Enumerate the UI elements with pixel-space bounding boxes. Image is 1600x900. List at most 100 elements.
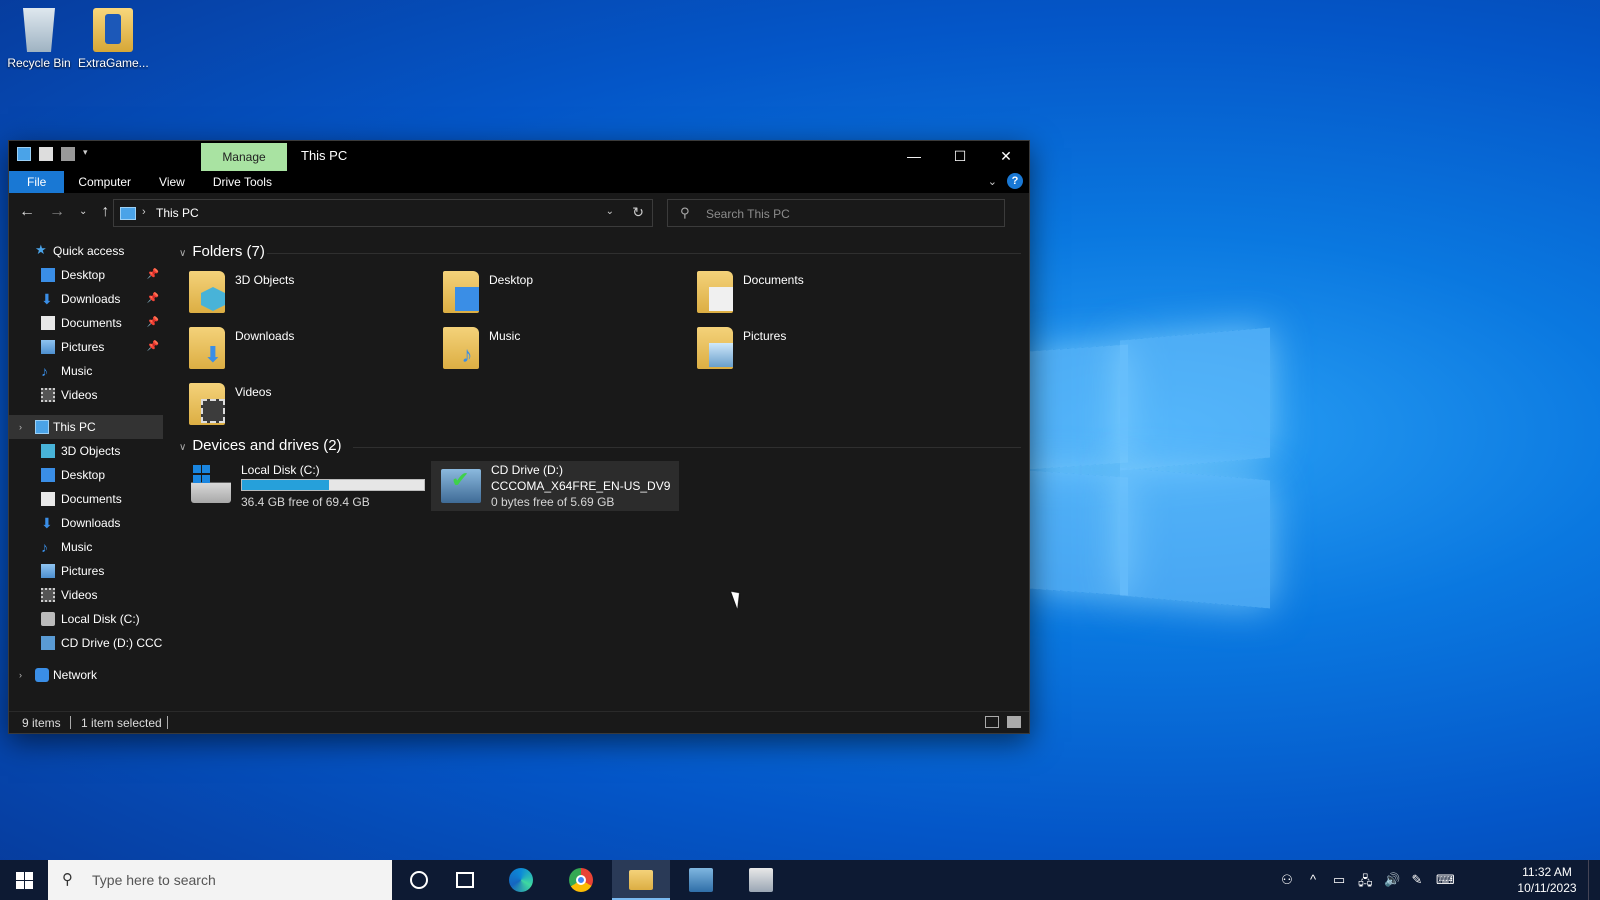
title-bar[interactable]: ▾ Manage This PC — ☐ ✕ xyxy=(9,141,1029,171)
clock[interactable]: 11:32 AM 10/11/2023 xyxy=(1512,864,1582,896)
group-header-devices[interactable]: ∨ Devices and drives (2) xyxy=(179,437,342,454)
nav-pc-3d-objects[interactable]: 3D Objects xyxy=(9,439,163,463)
drive-cd-d[interactable]: CD Drive (D:) CCCOMA_X64FRE_EN-US_DV9 0 … xyxy=(431,461,679,511)
pen-icon[interactable]: ✎ xyxy=(1410,872,1424,894)
properties-icon[interactable] xyxy=(39,147,53,161)
taskbar-search-box[interactable]: ⚲ Type here to search xyxy=(48,860,392,900)
taskbar-search-input[interactable]: Type here to search xyxy=(92,872,216,888)
nav-pc-videos[interactable]: Videos xyxy=(9,583,163,607)
refresh-icon[interactable]: ↻ xyxy=(632,204,644,221)
nav-qa-documents[interactable]: Documents 📌 xyxy=(9,311,163,335)
recent-locations-button[interactable]: ⌄ xyxy=(79,203,87,221)
nav-pc-documents[interactable]: Documents xyxy=(9,487,163,511)
customize-toolbar-icon[interactable]: ▾ xyxy=(83,147,88,161)
content-pane: ∨ Folders (7) 3D Objects Desktop Document… xyxy=(167,233,1029,699)
large-icons-view-icon[interactable] xyxy=(1007,716,1021,728)
wallpaper-windows-logo xyxy=(1028,318,1288,618)
nav-qa-videos[interactable]: Videos xyxy=(9,383,163,407)
breadcrumb-separator[interactable]: › xyxy=(142,206,146,218)
folder-3d-objects[interactable]: 3D Objects xyxy=(167,269,407,319)
back-button[interactable]: ← xyxy=(19,203,35,221)
nav-qa-downloads[interactable]: ⬇ Downloads 📌 xyxy=(9,287,163,311)
people-icon[interactable]: ⚇ xyxy=(1280,872,1294,894)
search-box[interactable]: ⚲ Search This PC xyxy=(667,199,1005,227)
task-view-icon xyxy=(456,872,474,888)
taskbar-app-2[interactable] xyxy=(732,860,790,900)
desktop-icon-recycle-bin[interactable]: Recycle Bin xyxy=(4,8,74,70)
quick-access-toolbar: ▾ xyxy=(17,147,88,161)
folder-documents[interactable]: Documents xyxy=(675,269,915,319)
nav-pc-desktop[interactable]: Desktop xyxy=(9,463,163,487)
start-button[interactable] xyxy=(0,860,48,900)
taskbar-app-1[interactable] xyxy=(672,860,730,900)
nav-pc-pictures[interactable]: Pictures xyxy=(9,559,163,583)
address-bar[interactable]: › This PC ⌄ ↻ xyxy=(113,199,653,227)
group-header-folders[interactable]: ∨ Folders (7) xyxy=(179,243,265,260)
pin-icon[interactable]: 📌 xyxy=(147,287,159,311)
nav-pc-local-disk[interactable]: Local Disk (C:) xyxy=(9,607,163,631)
breadcrumb-this-pc[interactable]: This PC xyxy=(156,206,199,220)
nav-pc-cd-drive[interactable]: CD Drive (D:) CCCO xyxy=(9,631,163,655)
nav-network[interactable]: › Network xyxy=(9,663,163,687)
manage-context-tab[interactable]: Manage xyxy=(201,143,287,171)
folder-downloads[interactable]: ⬇ Downloads xyxy=(167,325,407,375)
folder-music[interactable]: ♪ Music xyxy=(421,325,661,375)
address-dropdown-icon[interactable]: ⌄ xyxy=(606,206,614,217)
drive-local-disk-c[interactable]: Local Disk (C:) 36.4 GB free of 69.4 GB xyxy=(181,461,431,511)
folder-videos[interactable]: Videos xyxy=(167,381,407,431)
tab-computer[interactable]: Computer xyxy=(64,171,145,193)
cd-drive-icon xyxy=(41,636,55,650)
tab-file[interactable]: File xyxy=(9,171,65,193)
nav-pc-music[interactable]: ♪ Music xyxy=(9,535,163,559)
up-button[interactable]: ↑ xyxy=(101,203,109,221)
desktop-icon-extragame[interactable]: ExtraGame... xyxy=(78,8,148,70)
nav-qa-pictures[interactable]: Pictures 📌 xyxy=(9,335,163,359)
show-desktop-button[interactable] xyxy=(1588,860,1600,900)
pin-icon[interactable]: 📌 xyxy=(147,263,159,287)
system-tray: ⚇ ^ ▭ 🖧 🔊 ✎ ⌨ xyxy=(1280,872,1455,894)
taskbar-file-explorer[interactable] xyxy=(612,860,670,900)
desktop-icon xyxy=(41,468,55,482)
search-input[interactable]: Search This PC xyxy=(706,207,790,221)
expand-icon[interactable]: › xyxy=(19,663,22,687)
file-explorer-icon xyxy=(629,870,653,890)
tablet-icon[interactable]: ▭ xyxy=(1332,872,1346,894)
expand-ribbon-icon[interactable]: ⌄ xyxy=(988,175,997,188)
folder-icon xyxy=(697,327,733,369)
details-view-icon[interactable] xyxy=(985,716,999,728)
network-icon[interactable]: 🖧 xyxy=(1358,872,1373,894)
clock-time: 11:32 AM xyxy=(1522,865,1572,879)
tab-view[interactable]: View xyxy=(145,171,199,193)
nav-pc-downloads[interactable]: ⬇ Downloads xyxy=(9,511,163,535)
task-view-button[interactable] xyxy=(436,860,494,900)
nav-qa-music[interactable]: ♪ Music xyxy=(9,359,163,383)
pin-icon[interactable]: 📌 xyxy=(147,335,159,359)
videos-icon xyxy=(41,388,55,402)
this-pc-icon xyxy=(17,147,31,161)
ribbon-tabs: File Computer View Drive Tools ⌄ ? xyxy=(9,171,1029,193)
keyboard-icon[interactable]: ⌨ xyxy=(1436,872,1455,894)
maximize-button[interactable]: ☐ xyxy=(937,141,983,171)
minimize-button[interactable]: — xyxy=(891,141,937,171)
nav-this-pc[interactable]: › This PC xyxy=(9,415,163,439)
downloads-folder-icon: ⬇ xyxy=(203,342,223,367)
cd-drive-icon xyxy=(441,467,481,503)
recycle-bin-icon xyxy=(23,8,55,52)
tab-drive-tools[interactable]: Drive Tools xyxy=(199,171,286,193)
taskbar-edge[interactable] xyxy=(492,860,550,900)
taskbar-chrome[interactable] xyxy=(552,860,610,900)
nav-quick-access[interactable]: ★ Quick access xyxy=(9,239,163,263)
forward-button[interactable]: → xyxy=(49,203,65,221)
nav-qa-desktop[interactable]: Desktop 📌 xyxy=(9,263,163,287)
window-title: This PC xyxy=(301,148,348,163)
chevron-up-icon[interactable]: ^ xyxy=(1306,872,1320,894)
close-button[interactable]: ✕ xyxy=(983,141,1029,171)
help-icon[interactable]: ? xyxy=(1007,173,1023,189)
pin-icon[interactable]: 📌 xyxy=(147,311,159,335)
new-folder-icon[interactable] xyxy=(61,147,75,161)
expand-icon[interactable]: › xyxy=(19,415,22,439)
folder-desktop[interactable]: Desktop xyxy=(421,269,661,319)
status-bar: 9 items 1 item selected xyxy=(9,711,1029,733)
folder-pictures[interactable]: Pictures xyxy=(675,325,915,375)
volume-icon[interactable]: 🔊 xyxy=(1384,872,1400,894)
